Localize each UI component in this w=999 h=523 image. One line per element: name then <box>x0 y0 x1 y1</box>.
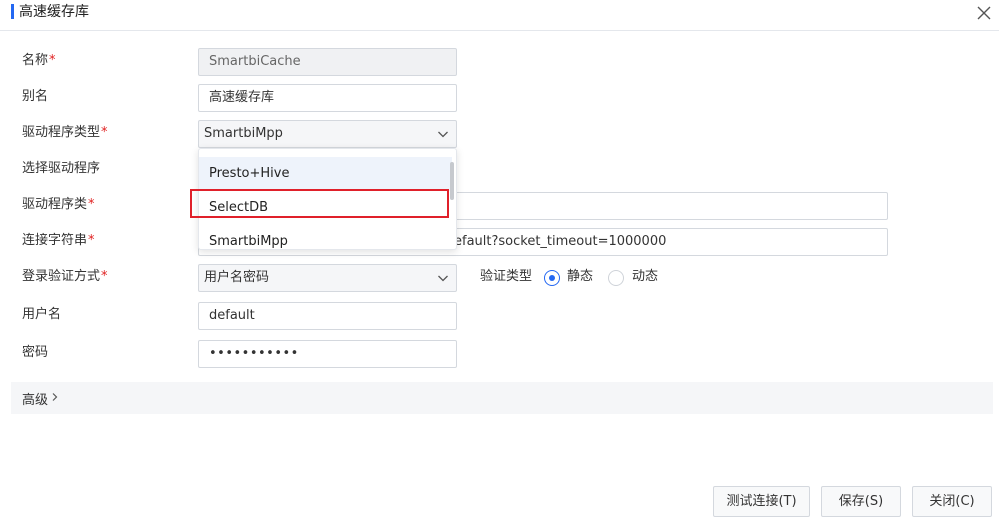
username-input[interactable]: default <box>198 302 457 330</box>
driver-type-value: SmartbiMpp <box>204 126 283 141</box>
name-label: 名称* <box>22 53 56 68</box>
name-input[interactable]: SmartbiCache <box>198 48 457 76</box>
radio-dynamic-label: 动态 <box>632 269 659 284</box>
password-label: 密码 <box>22 345 49 360</box>
dialog-title: 高速缓存库 <box>19 4 89 20</box>
password-input[interactable]: ••••••••••• <box>198 340 457 368</box>
driver-type-label: 驱动程序类型* <box>22 125 108 140</box>
chevron-right-icon <box>52 393 58 401</box>
required-mark: * <box>101 125 108 140</box>
driver-class-label: 驱动程序类* <box>22 197 95 212</box>
radio-static[interactable] <box>544 270 560 286</box>
title-accent-bar <box>11 4 14 19</box>
auth-method-value: 用户名密码 <box>204 270 270 285</box>
dropdown-option-presto-hive[interactable]: Presto+Hive <box>199 157 452 191</box>
test-connection-button[interactable]: 测试连接(T) <box>713 486 810 517</box>
conn-string-label: 连接字符串* <box>22 233 95 248</box>
required-mark: * <box>88 197 95 212</box>
save-button[interactable]: 保存(S) <box>821 486 901 517</box>
close-icon[interactable] <box>974 3 994 23</box>
select-driver-label: 选择驱动程序 <box>22 161 101 176</box>
required-mark: * <box>49 53 56 68</box>
required-mark: * <box>88 233 95 248</box>
advanced-section-toggle[interactable]: 高级 <box>11 382 993 414</box>
required-mark: * <box>101 269 108 284</box>
verify-type-label: 验证类型 <box>480 269 533 284</box>
chevron-down-icon <box>438 131 448 138</box>
radio-dynamic[interactable] <box>608 270 624 286</box>
auth-method-select[interactable]: 用户名密码 <box>198 264 457 292</box>
dropdown-scrollbar[interactable] <box>450 162 454 200</box>
driver-type-select[interactable]: SmartbiMpp <box>198 120 457 148</box>
close-button[interactable]: 关闭(C) <box>912 486 992 517</box>
username-label: 用户名 <box>22 307 62 322</box>
auth-method-label: 登录验证方式* <box>22 269 108 284</box>
advanced-label: 高级 <box>22 393 49 408</box>
dialog-title-bar: 高速缓存库 <box>0 0 999 31</box>
dropdown-option-smartbimpp[interactable]: SmartbiMpp <box>199 225 452 249</box>
selection-highlight-annotation <box>190 189 449 218</box>
radio-static-label: 静态 <box>567 269 594 284</box>
alias-label: 别名 <box>22 89 49 104</box>
alias-input[interactable]: 高速缓存库 <box>198 84 457 112</box>
chevron-down-icon <box>438 275 448 282</box>
